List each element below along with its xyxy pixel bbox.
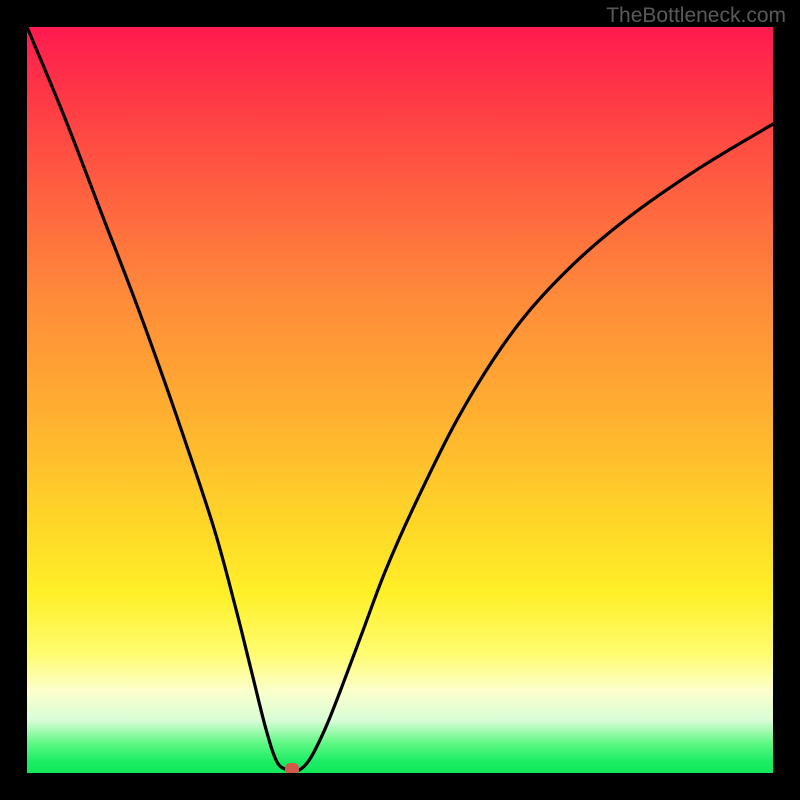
min-point-marker [285, 763, 299, 773]
chart-svg [27, 27, 773, 773]
plot-background [27, 27, 773, 773]
watermark-text: TheBottleneck.com [606, 4, 786, 28]
bottleneck-curve [27, 27, 773, 771]
